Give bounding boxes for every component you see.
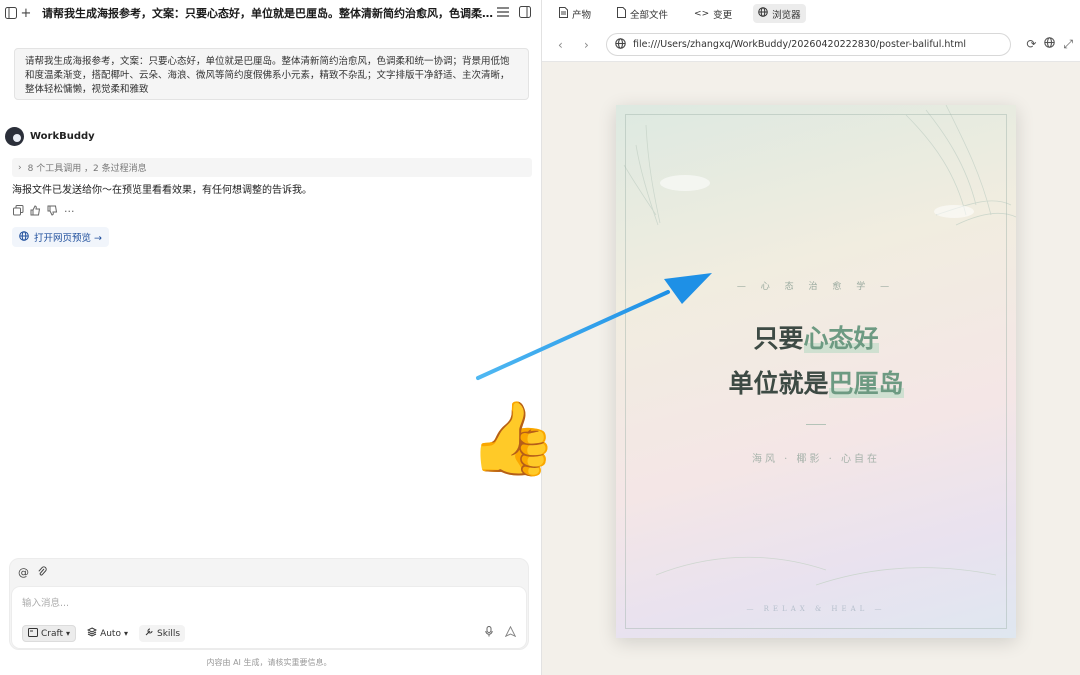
open-preview-button[interactable]: 打开网页预览 →	[12, 227, 109, 247]
code-icon: <>	[694, 8, 710, 19]
ai-disclaimer: 内容由 AI 生成，请核实重要信息。	[206, 658, 332, 667]
model-select-auto[interactable]: Auto ▾	[82, 625, 133, 642]
forward-icon[interactable]: ›	[584, 38, 589, 52]
menu-icon[interactable]	[495, 4, 511, 20]
assistant-reply: 海报文件已发送给你～在预览里看看效果，有任何想调整的告诉我。	[12, 185, 312, 196]
thumbs-up-icon[interactable]	[30, 205, 41, 219]
skills-label: Skills	[156, 628, 181, 639]
chevron-down-icon: ▾	[123, 629, 128, 638]
craft-icon	[28, 627, 38, 640]
poster-subtitle: 海风 · 椰影 · 心自在	[751, 454, 881, 465]
layers-icon	[86, 627, 98, 640]
user-message: 请帮我生成海报参考，文案：只要心态好，单位就是巴厘岛。整体清新简约治愈风，色调柔…	[14, 48, 529, 100]
thumbs-up-emoji-icon: 👍	[468, 396, 558, 480]
tool-calls-summary[interactable]: › 8 个工具调用 ，2 条过程消息	[12, 158, 532, 177]
composer: @ Craft ▾	[9, 558, 529, 650]
tool-summary-text: 8 个工具调用 ，2 条过程消息	[27, 164, 147, 174]
poster-preview: — 心 态 治 愈 学 — 只要心态好 单位就是巴厘岛 海风 · 椰影 · 心自…	[616, 105, 1016, 638]
tab-all-files[interactable]: 全部文件	[612, 4, 673, 23]
poster-headline-line-2: 单位就是巴厘岛	[616, 364, 1016, 400]
url-bar[interactable]: file:///Users/zhangxq/WorkBuddy/20260420…	[606, 33, 1011, 56]
globe-icon	[758, 7, 768, 20]
back-icon[interactable]: ‹	[558, 38, 563, 52]
refresh-icon[interactable]: ⟳	[1026, 37, 1036, 52]
headline-2-prefix: 单位就是	[728, 369, 829, 398]
headline-1-highlight: 心态好	[803, 324, 879, 353]
globe-icon	[19, 230, 29, 244]
assistant-name: WorkBuddy	[30, 131, 95, 142]
more-icon[interactable]: ···	[64, 205, 75, 219]
assistant-avatar	[5, 127, 24, 146]
poster-footer: — RELAX & HEAL —	[746, 605, 886, 613]
chevron-right-icon: ›	[18, 162, 22, 173]
chat-title: 请帮我生成海报参考，文案：只要心态好，单位就是巴厘岛。整体清新简约治愈风，色调柔…	[42, 7, 494, 20]
globe-icon	[615, 37, 626, 52]
auto-label: Auto	[100, 628, 121, 639]
document-icon	[559, 6, 568, 21]
tools-icon	[144, 627, 154, 640]
poster-divider	[806, 424, 826, 425]
assistant-header: WorkBuddy	[5, 127, 95, 146]
app-window: + 请帮我生成海报参考，文案：只要心态好，单位就是巴厘岛。整体清新简约治愈风，色…	[0, 0, 1080, 675]
craft-label: Craft	[41, 628, 64, 639]
file-icon	[617, 6, 627, 21]
split-view-icon[interactable]	[517, 4, 533, 20]
tab-label: 浏览器	[772, 9, 801, 21]
url-text: file:///Users/zhangxq/WorkBuddy/20260420…	[633, 39, 966, 50]
chevron-down-icon: ▾	[66, 629, 71, 638]
open-preview-label: 打开网页预览 →	[34, 233, 102, 244]
chat-panel: + 请帮我生成海报参考，文案：只要心态好，单位就是巴厘岛。整体清新简约治愈风，色…	[0, 0, 541, 675]
panel-tabs: 产物 全部文件 <> 变更 浏览器	[542, 0, 1080, 27]
headline-2-highlight: 巴厘岛	[828, 369, 904, 398]
poster-headline-line-1: 只要心态好	[616, 319, 1016, 355]
copy-icon[interactable]	[13, 205, 24, 219]
globe-icon[interactable]	[1044, 37, 1056, 52]
tab-browser[interactable]: 浏览器	[753, 4, 806, 23]
headline-1-prefix: 只要	[753, 324, 804, 353]
poster-eyebrow: — 心 态 治 愈 学 —	[736, 282, 896, 292]
tab-label: 变更	[713, 9, 733, 21]
message-input[interactable]	[22, 595, 502, 611]
chat-topbar: + 请帮我生成海报参考，文案：只要心态好，单位就是巴厘岛。整体清新简约治愈风，色…	[0, 0, 541, 26]
sidebar-toggle-icon[interactable]	[3, 5, 19, 21]
send-icon[interactable]	[504, 625, 517, 640]
expand-icon[interactable]: ⤢	[1063, 37, 1073, 52]
tab-label: 产物	[572, 9, 592, 21]
skills-button[interactable]: Skills	[138, 625, 186, 642]
tab-artifacts[interactable]: 产物	[554, 4, 596, 23]
microphone-icon[interactable]	[485, 626, 493, 640]
browser-panel: 产物 全部文件 <> 变更 浏览器 ‹ › file:///Users/zhan…	[541, 0, 1080, 675]
attach-icon[interactable]	[37, 566, 47, 580]
composer-input-area: Craft ▾ Auto ▾ Skills	[11, 586, 527, 649]
tab-label: 全部文件	[630, 9, 669, 21]
mode-select-craft[interactable]: Craft ▾	[22, 625, 77, 642]
new-chat-icon[interactable]: +	[18, 5, 34, 21]
tab-changes[interactable]: <> 变更	[689, 4, 737, 23]
mention-icon[interactable]: @	[18, 566, 29, 580]
message-actions: ···	[13, 205, 75, 219]
address-bar-row: ‹ › file:///Users/zhangxq/WorkBuddy/2026…	[542, 27, 1080, 62]
thumbs-down-icon[interactable]	[47, 205, 58, 219]
